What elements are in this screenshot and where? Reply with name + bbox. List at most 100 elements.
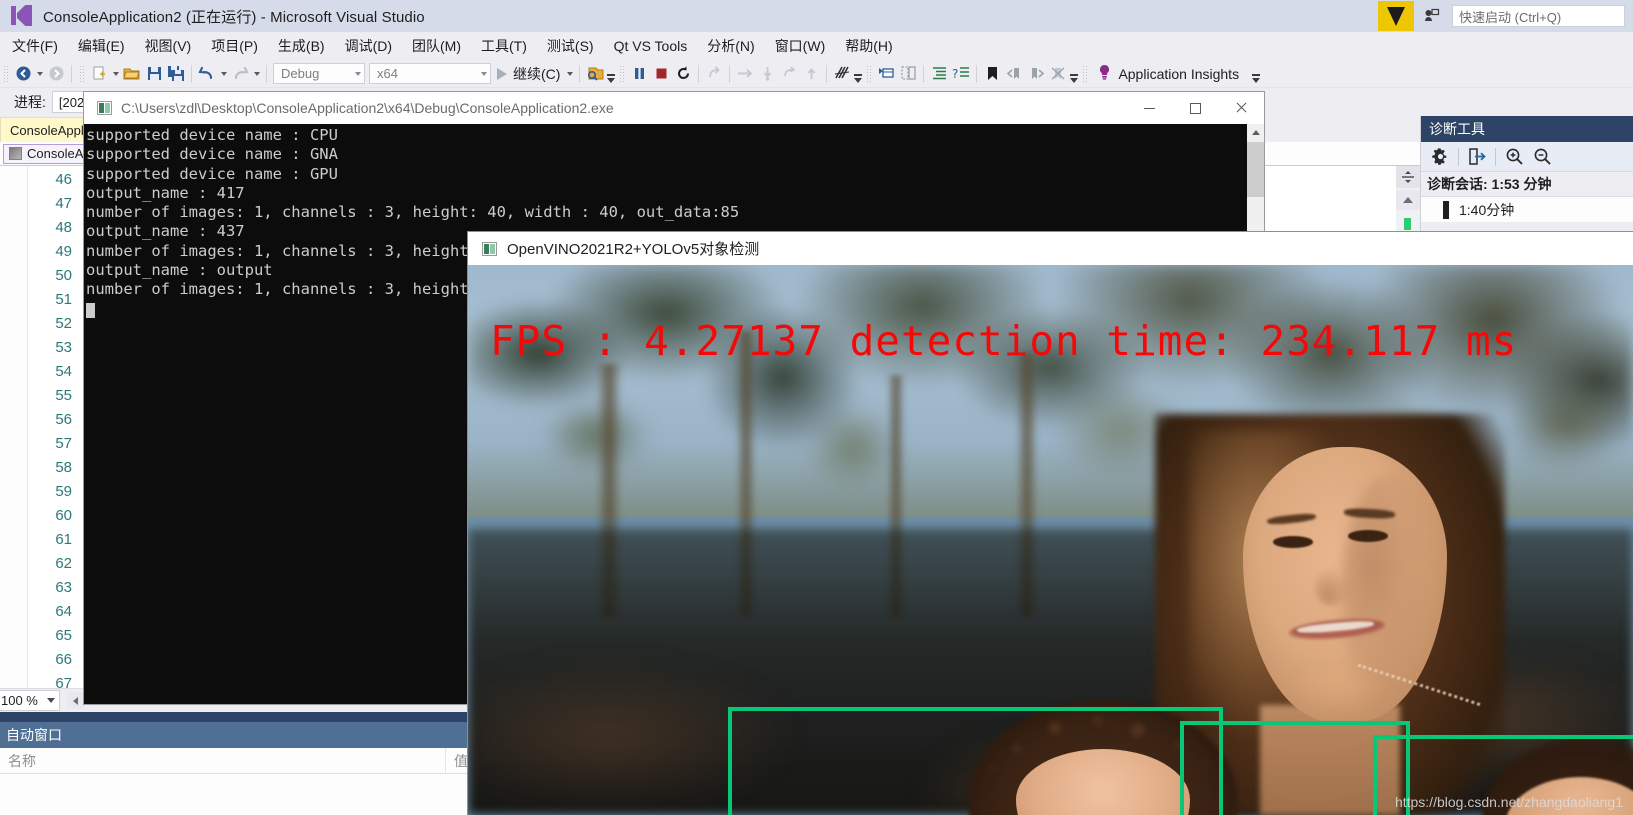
autos-column-value[interactable]: 值 [446, 748, 468, 774]
feedback-funnel-icon[interactable] [1378, 1, 1414, 31]
undo-dropdown[interactable] [218, 63, 229, 85]
step-into-icon[interactable] [756, 63, 778, 85]
timeline-marker [1443, 200, 1449, 219]
lightbulb-icon [1097, 64, 1112, 83]
close-icon[interactable] [1218, 92, 1264, 124]
toolbar-overflow-button-3[interactable] [1069, 63, 1079, 85]
toolbar-overflow-button[interactable] [606, 63, 616, 85]
title-bar-right-group: 快速启动 (Ctrl+Q) [1378, 0, 1633, 32]
notification-icon[interactable] [1414, 1, 1448, 31]
detection-window[interactable]: OpenVINO2021R2+YOLOv5对象检测 FPS: 4.27137 … [468, 232, 1633, 815]
indent-icon[interactable] [928, 63, 950, 85]
detection-title-text: OpenVINO2021R2+YOLOv5对象检测 [507, 241, 760, 258]
line-number: 64 [55, 603, 72, 620]
menu-item-debug[interactable]: 调试(D) [335, 33, 402, 59]
compare-icon[interactable] [897, 63, 919, 85]
console-title-bar[interactable]: C:\Users\zdl\Desktop\ConsoleApplication2… [84, 92, 1264, 124]
menu-item-tools[interactable]: 工具(T) [471, 33, 537, 59]
window-layout-icon[interactable] [875, 63, 897, 85]
line-number: 46 [55, 171, 72, 188]
open-folder-icon[interactable] [121, 63, 143, 85]
platform-select[interactable]: x64 [369, 63, 491, 84]
save-icon[interactable] [143, 63, 165, 85]
step-return-icon[interactable] [778, 63, 800, 85]
toolbar-grip-2[interactable] [79, 64, 85, 83]
console-app-icon [97, 101, 112, 115]
restart-icon[interactable] [672, 63, 694, 85]
redo-icon[interactable] [229, 63, 251, 85]
next-bookmark-icon[interactable] [1025, 63, 1047, 85]
menu-item-file[interactable]: 文件(F) [2, 33, 68, 59]
diag-separator-2 [1495, 147, 1496, 166]
step-over-icon[interactable] [734, 63, 756, 85]
menu-item-qt-vs-tools[interactable]: Qt VS Tools [604, 35, 698, 57]
toolbar-grip-3[interactable] [619, 64, 626, 83]
continue-dropdown[interactable] [564, 63, 575, 85]
maximize-icon[interactable] [1172, 92, 1218, 124]
minimize-icon[interactable] [1126, 92, 1172, 124]
detection-title-bar[interactable]: OpenVINO2021R2+YOLOv5对象检测 [468, 232, 1633, 265]
threads-icon[interactable] [831, 63, 853, 85]
menu-item-help[interactable]: 帮助(H) [835, 33, 902, 59]
toolbar-separator-8 [923, 64, 925, 83]
toolbar-separator-7 [826, 64, 828, 83]
zoom-in-icon[interactable] [1501, 145, 1527, 169]
previous-bookmark-icon[interactable] [1003, 63, 1025, 85]
navigate-back-icon[interactable] [12, 63, 34, 85]
editor-zoom-select[interactable]: 100 % [0, 690, 60, 711]
stop-icon[interactable] [650, 63, 672, 85]
menu-item-analyze[interactable]: 分析(N) [697, 33, 764, 59]
new-item-dropdown[interactable] [110, 63, 121, 85]
build-configuration-select[interactable]: Debug [273, 63, 365, 84]
new-item-icon[interactable] [88, 63, 110, 85]
menu-item-test[interactable]: 测试(S) [537, 33, 604, 59]
toolbar-overflow-button-2[interactable] [853, 63, 863, 85]
navigate-back-dropdown[interactable] [34, 63, 45, 85]
window-title: ConsoleApplication2 (正在运行) - Microsoft V… [43, 8, 425, 26]
editor-breakpoint-gutter[interactable] [0, 166, 28, 688]
console-scrollbar-thumb[interactable] [1247, 142, 1264, 197]
comment-icon[interactable]: ? [950, 63, 972, 85]
quick-launch-input[interactable]: 快速启动 (Ctrl+Q) [1452, 5, 1625, 27]
zoom-out-icon[interactable] [1529, 145, 1555, 169]
toolbar-overflow-button-4[interactable] [1251, 63, 1261, 85]
bookmark-icon[interactable] [981, 63, 1003, 85]
autos-column-name[interactable]: 名称 [0, 747, 446, 774]
scroll-left-icon[interactable] [67, 692, 84, 709]
redo-dropdown[interactable] [251, 63, 262, 85]
scroll-up-icon[interactable] [1396, 190, 1420, 210]
find-icon[interactable] [584, 63, 606, 85]
menu-item-team[interactable]: 团队(M) [402, 33, 471, 59]
menu-item-build[interactable]: 生成(B) [268, 33, 335, 59]
split-view-icon[interactable] [1396, 166, 1420, 188]
menu-item-edit[interactable]: 编辑(E) [68, 33, 135, 59]
build-configuration-value: Debug [281, 66, 320, 81]
save-all-icon[interactable] [165, 63, 187, 85]
toolbar-grip[interactable] [3, 64, 9, 83]
diagnostic-tools-toolbar [1421, 142, 1633, 172]
show-next-statement-icon[interactable] [703, 63, 725, 85]
step-out-icon[interactable] [800, 63, 822, 85]
export-icon[interactable] [1464, 145, 1490, 169]
toolbar-grip-5[interactable] [1082, 64, 1089, 83]
toolbar-separator-4 [579, 64, 581, 83]
undo-icon[interactable] [196, 63, 218, 85]
timeline-time-label: 1:40分钟 [1459, 201, 1515, 218]
line-number: 56 [55, 411, 72, 428]
pause-icon[interactable] [628, 63, 650, 85]
menu-item-project[interactable]: 项目(P) [201, 33, 268, 59]
line-number: 54 [55, 363, 72, 380]
scroll-up-icon[interactable] [1247, 124, 1264, 141]
navigate-forward-icon[interactable] [45, 63, 67, 85]
app-icon [482, 241, 497, 256]
toolbar-grip-4[interactable] [866, 64, 873, 83]
continue-button[interactable]: 继续(C) [493, 64, 564, 84]
menu-item-view[interactable]: 视图(V) [135, 33, 202, 59]
clear-bookmarks-icon[interactable] [1047, 63, 1069, 85]
application-insights-button[interactable]: Application Insights [1091, 64, 1251, 83]
menu-item-window[interactable]: 窗口(W) [765, 33, 836, 59]
gear-icon[interactable] [1427, 145, 1453, 169]
chevron-down-icon [481, 71, 487, 76]
line-number: 53 [55, 339, 72, 356]
chevron-down-icon [47, 698, 55, 703]
